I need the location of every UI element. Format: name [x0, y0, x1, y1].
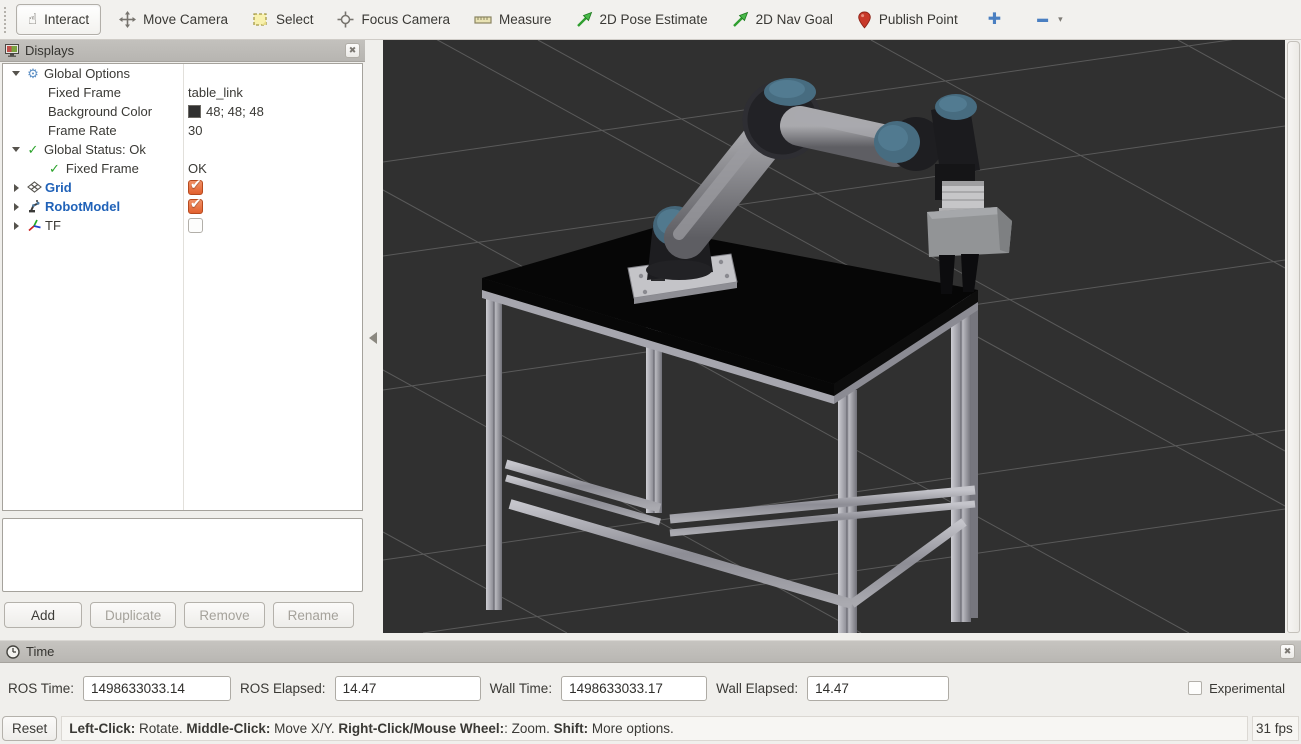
tree-row-status-fixed-frame[interactable]: ✓ Fixed Frame OK	[3, 159, 362, 178]
main-area: Displays ✖ ⚙ Global Options Fixed Frame …	[0, 40, 1301, 640]
measure-ruler-icon	[474, 15, 492, 24]
close-icon[interactable]: ✖	[345, 43, 360, 58]
expand-arrow[interactable]	[14, 202, 19, 211]
pose-estimate-tool-button[interactable]: 2D Pose Estimate	[564, 4, 720, 35]
time-panel-body: ROS Time: ROS Elapsed: Wall Time: Wall E…	[0, 663, 1301, 713]
panel-splitter[interactable]	[365, 40, 383, 633]
hand-pointer-icon: ☝	[28, 11, 38, 28]
interact-tool-button[interactable]: ☝ Interact	[16, 4, 102, 35]
robot-model-icon	[25, 199, 43, 215]
displays-tree: ⚙ Global Options Fixed Frame table_link …	[2, 63, 363, 511]
color-swatch[interactable]	[188, 105, 201, 118]
add-button[interactable]: Add	[4, 602, 83, 628]
status-value: OK	[188, 161, 207, 176]
expand-arrow[interactable]	[12, 147, 20, 152]
frame-rate-value[interactable]: 30	[188, 123, 202, 138]
green-arrow-icon	[732, 11, 748, 27]
chevron-down-icon: ▾	[1058, 14, 1063, 24]
tree-row-grid[interactable]: Grid	[3, 178, 362, 197]
focus-camera-tool-button[interactable]: Focus Camera	[325, 4, 462, 35]
map-pin-icon	[858, 11, 871, 28]
tree-row-background-color[interactable]: Background Color 48; 48; 48	[3, 102, 362, 121]
ros-time-label: ROS Time:	[8, 680, 75, 696]
tree-row-global-options[interactable]: ⚙ Global Options	[3, 64, 362, 83]
minus-icon: ▬	[1037, 13, 1049, 25]
mouse-help-text: Left-Click: Rotate. Middle-Click: Move X…	[61, 716, 1248, 741]
tree-row-global-status[interactable]: ✓ Global Status: Ok	[3, 140, 362, 159]
wall-time-label: Wall Time:	[489, 680, 553, 696]
fixed-frame-value[interactable]: table_link	[188, 85, 243, 100]
status-bar: Reset Left-Click: Rotate. Middle-Click: …	[0, 713, 1301, 744]
status-ok-check-icon: ✓	[27, 142, 39, 157]
ros-elapsed-input[interactable]	[334, 675, 481, 701]
wall-elapsed-label: Wall Elapsed:	[716, 680, 799, 696]
displays-button-row: Add Duplicate Remove Rename	[0, 592, 365, 628]
right-panel-handle[interactable]	[1285, 40, 1301, 633]
duplicate-button[interactable]: Duplicate	[90, 602, 177, 628]
remove-button[interactable]: Remove	[184, 602, 265, 628]
display-description-box	[2, 518, 363, 592]
reset-button[interactable]: Reset	[2, 716, 58, 741]
displays-monitor-icon	[5, 44, 19, 57]
measure-tool-button[interactable]: Measure	[462, 4, 564, 35]
displays-panel-header[interactable]: Displays ✖	[0, 40, 365, 62]
clock-icon	[6, 644, 20, 659]
wall-time-input[interactable]	[561, 675, 708, 701]
remove-tool-button[interactable]: ▬ ▾	[1025, 4, 1075, 35]
robot-model-enabled-checkbox[interactable]	[188, 199, 203, 214]
gear-icon: ⚙	[27, 66, 39, 81]
expand-arrow[interactable]	[14, 221, 19, 230]
move-camera-tool-button[interactable]: Move Camera	[107, 4, 240, 35]
close-icon[interactable]: ✖	[1280, 644, 1295, 659]
green-arrow-icon	[576, 11, 592, 27]
plus-icon: ✚	[987, 10, 1002, 28]
expand-arrow[interactable]	[14, 183, 19, 192]
time-panel-header[interactable]: Time ✖	[0, 640, 1301, 663]
select-icon	[253, 13, 267, 26]
rename-button[interactable]: Rename	[272, 602, 354, 628]
collapse-left-icon[interactable]	[369, 332, 377, 344]
status-ok-check-icon: ✓	[49, 161, 60, 176]
add-tool-button[interactable]: ✚	[976, 4, 1013, 35]
background-color-value[interactable]: 48; 48; 48	[206, 104, 264, 119]
toolbar-grip[interactable]	[4, 6, 10, 33]
displays-panel-title: Displays	[25, 43, 75, 58]
displays-panel: Displays ✖ ⚙ Global Options Fixed Frame …	[0, 40, 365, 633]
toolbar: ☝ Interact Move Camera Select Focus Came…	[0, 0, 1301, 40]
nav-goal-tool-button[interactable]: 2D Nav Goal	[720, 4, 845, 35]
grid-enabled-checkbox[interactable]	[188, 180, 203, 195]
ros-time-input[interactable]	[83, 675, 232, 701]
experimental-label: Experimental	[1209, 680, 1285, 696]
focus-camera-icon	[337, 11, 354, 28]
tree-row-frame-rate[interactable]: Frame Rate 30	[3, 121, 362, 140]
tree-row-robot-model[interactable]: RobotModel	[3, 197, 362, 216]
grid-display-icon	[25, 180, 43, 195]
3d-scene	[383, 40, 1285, 633]
expand-arrow[interactable]	[12, 71, 20, 76]
tree-row-fixed-frame[interactable]: Fixed Frame table_link	[3, 83, 362, 102]
tf-enabled-checkbox[interactable]	[188, 218, 203, 233]
experimental-checkbox[interactable]	[1188, 681, 1203, 695]
tf-axes-icon	[25, 218, 43, 234]
wall-elapsed-input[interactable]	[807, 675, 950, 701]
move-camera-icon	[119, 11, 137, 28]
time-panel-title: Time	[26, 644, 55, 659]
ros-elapsed-label: ROS Elapsed:	[240, 680, 326, 696]
3d-viewport[interactable]	[383, 40, 1285, 633]
tree-row-tf[interactable]: TF	[3, 216, 362, 235]
publish-point-tool-button[interactable]: Publish Point	[845, 4, 970, 35]
fps-counter: 31 fps	[1252, 716, 1299, 741]
select-tool-button[interactable]: Select	[240, 4, 326, 35]
